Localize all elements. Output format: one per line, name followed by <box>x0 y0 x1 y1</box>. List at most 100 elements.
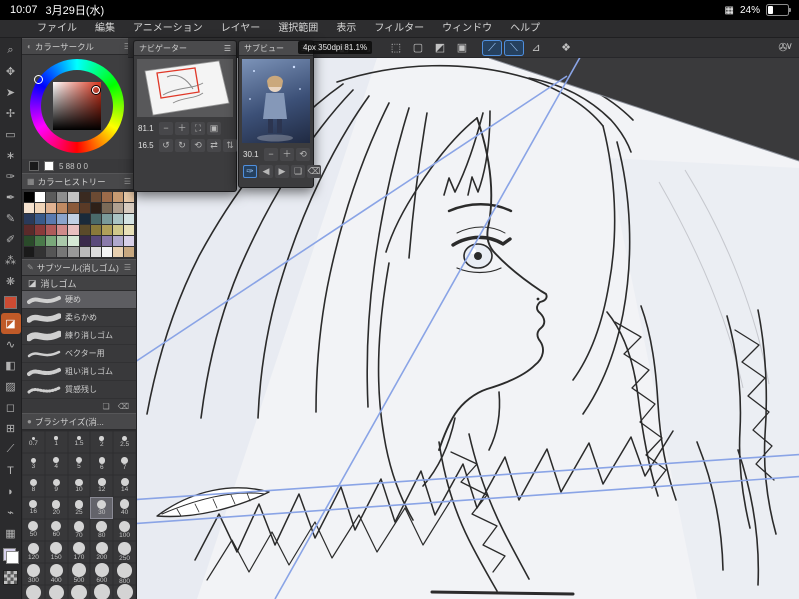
swatch-2[interactable] <box>46 192 57 202</box>
auto-select-tool[interactable]: ∗ <box>1 145 21 166</box>
swatch-44[interactable] <box>68 236 79 246</box>
gradient-tool[interactable]: ▨ <box>1 376 21 397</box>
snap-to-ruler-icon[interactable]: ⟋ <box>482 39 502 56</box>
brush-size-20[interactable]: 20 <box>45 497 68 519</box>
swatch-56[interactable] <box>90 247 101 257</box>
zoom-100-icon[interactable]: ▣ <box>207 122 221 135</box>
brush-size-2.5[interactable]: 2.5 <box>113 431 136 453</box>
sv-prev-icon[interactable]: ◀ <box>259 165 273 178</box>
sv-add-icon[interactable]: ❏ <box>291 165 305 178</box>
subtool-item-2[interactable]: 練り消しゴム <box>22 327 136 345</box>
border-selection-icon[interactable]: ▣ <box>452 40 472 56</box>
menu-item-2[interactable]: アニメーション <box>124 20 212 38</box>
brush-size-12[interactable]: 12 <box>90 475 113 497</box>
swatch-5[interactable] <box>79 192 90 202</box>
invert-selection-icon[interactable]: ◩ <box>430 40 450 56</box>
swatch-47[interactable] <box>101 236 112 246</box>
swatch-12[interactable] <box>46 203 57 213</box>
subtool-item-5[interactable]: 質感残し <box>22 381 136 399</box>
airbrush-tool[interactable]: ⁂ <box>1 250 21 271</box>
pencil-tool[interactable]: ✎ <box>1 208 21 229</box>
main-color-chip[interactable] <box>29 161 39 171</box>
subtool-item-1[interactable]: 柔らかめ <box>22 309 136 327</box>
hand-tool[interactable]: ✥ <box>1 61 21 82</box>
figure-tool[interactable]: ◻ <box>1 397 21 418</box>
text-tool[interactable]: T <box>1 460 21 481</box>
brush-size-10[interactable]: 10 <box>68 475 91 497</box>
swatch-19[interactable] <box>123 203 134 213</box>
swatch-35[interactable] <box>79 225 90 235</box>
eyedropper-tool[interactable]: ✑ <box>1 166 21 187</box>
menu-item-5[interactable]: 表示 <box>327 20 365 38</box>
brush-size-16[interactable]: 16 <box>22 497 45 519</box>
color-chips[interactable] <box>2 548 19 564</box>
layer-move-tool[interactable]: ✢ <box>1 103 21 124</box>
flip-horizontal-icon[interactable]: ⇄ <box>207 139 221 152</box>
swatch-50[interactable] <box>24 247 35 257</box>
swatch-6[interactable] <box>90 192 101 202</box>
brush-size-6[interactable]: 6 <box>90 453 113 475</box>
swatch-54[interactable] <box>68 247 79 257</box>
swatch-49[interactable] <box>123 236 134 246</box>
swatch-14[interactable] <box>68 203 79 213</box>
brush-size-500[interactable]: 500 <box>68 563 91 585</box>
brush-size-200[interactable]: 200 <box>90 541 113 563</box>
swatch-1[interactable] <box>35 192 46 202</box>
swatch-46[interactable] <box>90 236 101 246</box>
toolbar-collapse-chevron-icon[interactable]: ∨ <box>786 41 793 52</box>
brush-size-300[interactable]: 300 <box>22 563 45 585</box>
swatch-0[interactable] <box>24 192 35 202</box>
pen-tool[interactable]: ✒ <box>1 187 21 208</box>
brush-size-30[interactable]: 30 <box>90 497 114 519</box>
background-color-chip[interactable] <box>5 551 19 564</box>
subtool-panel-menu-icon[interactable]: ☰ <box>124 263 131 272</box>
sv-zoom-out-icon[interactable]: − <box>264 148 278 161</box>
swatch-34[interactable] <box>68 225 79 235</box>
sv-cursor[interactable] <box>92 86 100 94</box>
swatch-11[interactable] <box>35 203 46 213</box>
swatch-57[interactable] <box>101 247 112 257</box>
menu-item-8[interactable]: ヘルプ <box>501 20 549 38</box>
brush-size-170[interactable]: 170 <box>68 541 91 563</box>
swatch-8[interactable] <box>112 192 123 202</box>
brush-tool[interactable]: ✐ <box>1 229 21 250</box>
navigator-header[interactable]: ナビゲーター ☰ <box>134 41 236 56</box>
brush-size-80[interactable]: 80 <box>90 519 113 541</box>
swatch-55[interactable] <box>79 247 90 257</box>
zoom-out-icon[interactable]: − <box>159 122 173 135</box>
brush-size-600[interactable]: 600 <box>90 563 113 585</box>
hue-cursor[interactable] <box>34 75 43 84</box>
sv-eyedropper-icon[interactable]: ✑ <box>243 165 257 178</box>
menu-item-0[interactable]: ファイル <box>28 20 86 38</box>
subtool-panel-header[interactable]: ✎ サブツール(消しゴム) ☰ <box>22 259 136 276</box>
rotate-right-icon[interactable]: ↻ <box>175 139 189 152</box>
swatch-panel-menu-icon[interactable]: ☰ <box>124 177 131 186</box>
brush-size-1700[interactable]: 1700 <box>90 584 113 599</box>
subtool-item-4[interactable]: 粗い消しゴム <box>22 363 136 381</box>
swatch-42[interactable] <box>46 236 57 246</box>
color-wheel-panel-header[interactable]: ◐ カラーサークル ☰ <box>22 38 136 55</box>
brush-size-70[interactable]: 70 <box>68 519 91 541</box>
brush-size-14[interactable]: 14 <box>113 475 136 497</box>
swatch-4[interactable] <box>68 192 79 202</box>
swatch-32[interactable] <box>46 225 57 235</box>
brush-size-1200[interactable]: 1200 <box>45 584 68 599</box>
duplicate-subtool-icon[interactable]: ❏ <box>103 402 110 411</box>
subview-image[interactable] <box>242 59 310 143</box>
brush-size-150[interactable]: 150 <box>45 541 68 563</box>
flip-vertical-icon[interactable]: ⇅ <box>223 139 237 152</box>
brush-size-50[interactable]: 50 <box>22 519 45 541</box>
line-correct-tool[interactable]: ⌁ <box>1 502 21 523</box>
zoom-tool[interactable]: ⌕ <box>1 40 21 61</box>
brush-size-2000[interactable]: 2000 <box>113 584 136 599</box>
swatch-13[interactable] <box>57 203 68 213</box>
zoom-in-icon[interactable]: ＋ <box>175 122 189 135</box>
grid-tool[interactable]: ▦ <box>1 523 21 544</box>
swatch-45[interactable] <box>79 236 90 246</box>
menu-item-1[interactable]: 編集 <box>86 20 124 38</box>
swatch-30[interactable] <box>24 225 35 235</box>
swatch-33[interactable] <box>57 225 68 235</box>
swatch-29[interactable] <box>123 214 134 224</box>
swatch-58[interactable] <box>112 247 123 257</box>
delete-subtool-icon[interactable]: ⌫ <box>118 402 129 411</box>
